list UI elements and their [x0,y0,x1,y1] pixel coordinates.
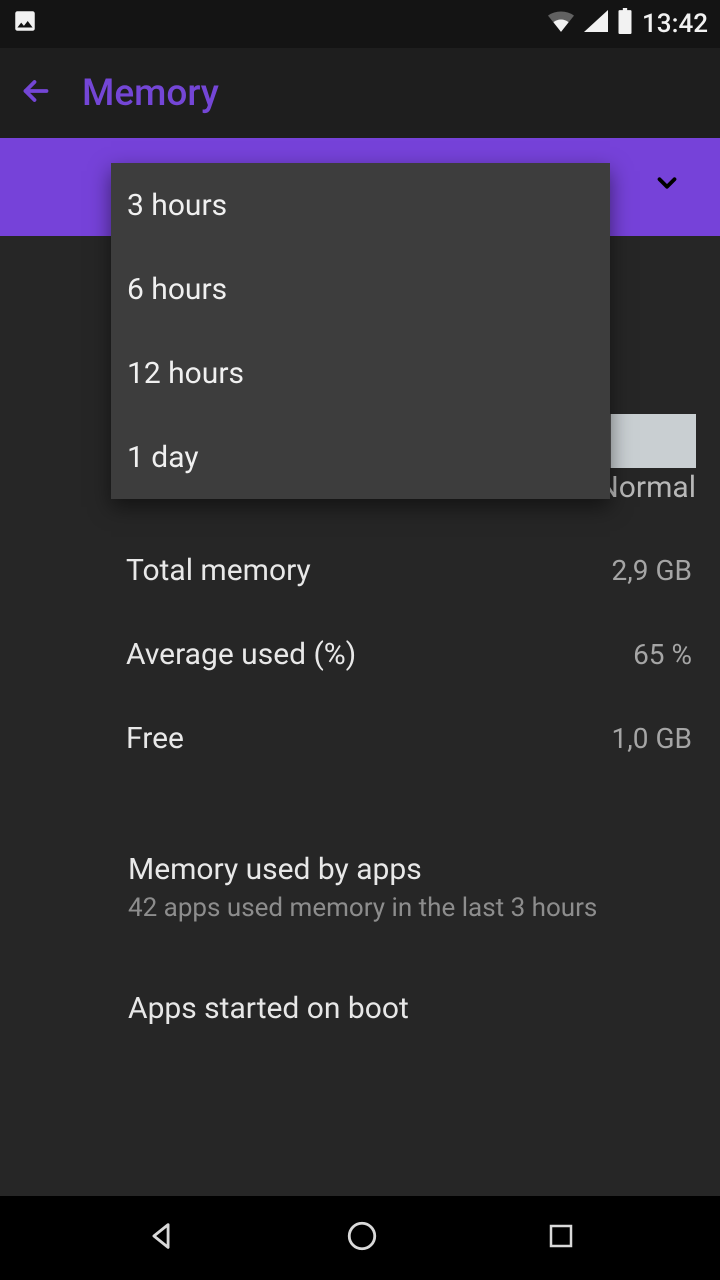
total-memory-value: 2,9 GB [612,554,692,587]
row-free[interactable]: Free 1,0 GB [0,696,720,780]
row-apps-started-on-boot[interactable]: Apps started on boot [0,963,720,1026]
menu-item-label: 12 hours [127,356,244,391]
nav-back-icon[interactable] [144,1219,178,1257]
cellular-icon [584,9,608,39]
back-arrow-icon[interactable] [18,73,54,113]
boot-row-label: Apps started on boot [128,991,409,1026]
chevron-down-icon [652,168,682,206]
apps-section-title: Memory used by apps [128,852,692,887]
nav-home-icon[interactable] [345,1219,379,1257]
menu-item-1-day[interactable]: 1 day [111,415,610,499]
performance-value: Normal [597,470,696,505]
status-time: 13:42 [642,9,708,39]
menu-item-label: 6 hours [127,272,227,307]
row-average-used[interactable]: Average used (%) 65 % [0,612,720,696]
average-used-label: Average used (%) [126,637,356,672]
status-bar: 13:42 [0,0,720,48]
app-bar: Memory [0,48,720,138]
system-nav-bar [0,1196,720,1280]
page-title: Memory [82,72,219,115]
menu-item-12-hours[interactable]: 12 hours [111,331,610,415]
total-memory-label: Total memory [126,553,311,588]
free-label: Free [126,721,184,756]
apps-section-subtitle: 42 apps used memory in the last 3 hours [128,893,692,923]
row-memory-used-by-apps[interactable]: Memory used by apps 42 apps used memory … [0,828,720,935]
menu-item-6-hours[interactable]: 6 hours [111,247,610,331]
image-icon [12,8,38,41]
performance-bar-fill [611,414,697,468]
average-used-value: 65 % [633,638,692,671]
menu-item-label: 1 day [127,440,199,475]
menu-item-label: 3 hours [127,188,227,223]
row-total-memory[interactable]: Total memory 2,9 GB [0,528,720,612]
wifi-icon [548,9,574,39]
nav-recent-icon[interactable] [546,1221,576,1255]
battery-icon [618,8,632,41]
time-range-menu: 3 hours 6 hours 12 hours 1 day [111,163,610,499]
menu-item-3-hours[interactable]: 3 hours [111,163,610,247]
free-value: 1,0 GB [612,722,692,755]
